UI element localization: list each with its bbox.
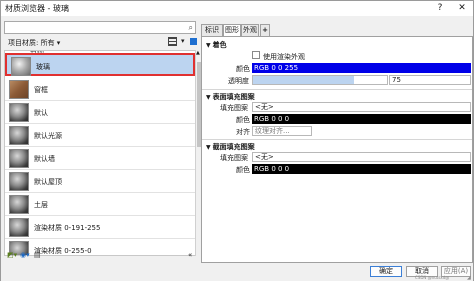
section-divider xyxy=(202,89,472,90)
window-title: 材质浏览器 - 玻璃 xyxy=(5,4,69,13)
material-name: 默认墙 xyxy=(34,155,55,163)
list-item[interactable]: 土层 xyxy=(5,193,195,216)
library-icon[interactable]: ▤ xyxy=(34,251,41,259)
section-title: 截面填充图案 xyxy=(212,143,255,151)
material-name: 默认光源 xyxy=(34,132,62,140)
section-title: 着色 xyxy=(212,41,227,49)
material-list: 名称 玻璃 窗框 默认 默认光源 默认墙 xyxy=(4,50,196,256)
material-thumbnail xyxy=(9,80,29,99)
ok-button[interactable]: 确定 xyxy=(370,266,402,277)
use-render-appearance-checkbox[interactable] xyxy=(252,51,260,59)
tab-identity[interactable]: 标识 xyxy=(201,24,223,36)
cut-pattern-section-header[interactable]: ▼ 截面填充图案 xyxy=(206,142,255,152)
material-thumbnail xyxy=(9,126,29,145)
material-name: 渲染材质 0-191-255 xyxy=(34,224,101,232)
surface-pattern-label: 填充图案 xyxy=(220,104,248,112)
use-render-appearance-label: 使用渲染外观 xyxy=(263,53,305,61)
material-name: 默认屋顶 xyxy=(34,178,62,186)
resize-grip-icon[interactable]: ◢ xyxy=(467,275,471,281)
transparency-slider[interactable] xyxy=(252,75,388,85)
surface-pattern-section-header[interactable]: ▼ 表面填充图案 xyxy=(206,92,255,102)
project-materials-filter[interactable]: 项目材质: 所有 ▾ xyxy=(8,38,60,48)
graphics-panel: ▼ 着色 使用渲染外观 颜色 RGB 0 0 255 透明度 75 ▼ 表面填充图案… xyxy=(201,36,473,263)
cut-color-label: 颜色 xyxy=(236,166,250,174)
material-name: 默认 xyxy=(34,109,48,117)
material-name: 玻璃 xyxy=(36,63,50,71)
list-item[interactable]: 窗框 xyxy=(5,78,195,101)
collapse-triangle-icon: ▼ xyxy=(206,94,211,101)
scroll-up-icon[interactable]: ▲ xyxy=(196,50,200,56)
transparency-fill xyxy=(253,76,354,84)
tab-appearance[interactable]: 外观 xyxy=(241,24,259,36)
view-options-icon[interactable]: ▾ xyxy=(181,37,189,46)
texture-align-button[interactable]: 纹理对齐... xyxy=(252,126,312,136)
dialog-button-bar: 确定 取消 应用(A) xyxy=(1,264,473,281)
transparency-label: 透明度 xyxy=(228,77,249,85)
shading-color-swatch[interactable]: RGB 0 0 255 xyxy=(252,63,471,73)
material-name: 窗框 xyxy=(34,86,48,94)
surface-align-label: 对齐 xyxy=(236,128,250,136)
section-divider xyxy=(202,139,472,140)
asset-browser-icon[interactable]: ◉▾ xyxy=(20,251,30,259)
material-thumbnail xyxy=(9,103,29,122)
close-icon[interactable]: ✕ xyxy=(456,2,468,14)
help-icon[interactable]: ? xyxy=(434,2,446,14)
list-item[interactable]: 默认屋顶 xyxy=(5,170,195,193)
surface-color-swatch[interactable]: RGB 0 0 0 xyxy=(252,114,471,124)
cut-pattern-label: 填充图案 xyxy=(220,154,248,162)
material-thumbnail xyxy=(11,57,31,76)
cut-color-swatch[interactable]: RGB 0 0 0 xyxy=(252,164,471,174)
cut-pattern-field[interactable]: <无> xyxy=(252,152,471,162)
material-thumbnail xyxy=(9,149,29,168)
list-item[interactable]: 默认墙 xyxy=(5,147,195,170)
shading-section-header[interactable]: ▼ 着色 xyxy=(206,40,227,50)
material-list-pane: ⌕ 项目材质: 所有 ▾ ▾ 名称 玻璃 窗框 默认 默认 xyxy=(4,20,202,263)
toggle-library-icon[interactable] xyxy=(190,38,197,45)
create-material-icon[interactable]: ◩▾ xyxy=(7,251,17,259)
surface-pattern-field[interactable]: <无> xyxy=(252,102,471,112)
list-item[interactable]: 渲染材质 0-191-255 xyxy=(5,216,195,239)
material-browser-window: 材质浏览器 - 玻璃 ? ✕ ⌕ 项目材质: 所有 ▾ ▾ 名称 玻璃 窗框 xyxy=(0,0,474,281)
list-item[interactable]: 默认光源 xyxy=(5,124,195,147)
list-item-glass[interactable]: 玻璃 xyxy=(5,53,195,76)
watermark: CSDN @nutsxd@ xyxy=(415,275,450,280)
filter-row: 项目材质: 所有 ▾ ▾ xyxy=(4,37,198,49)
list-item[interactable]: 默认 xyxy=(5,101,195,124)
collapse-triangle-icon: ▼ xyxy=(206,144,211,151)
add-tab-button[interactable]: + xyxy=(260,24,270,36)
material-thumbnail xyxy=(9,172,29,191)
search-input[interactable]: ⌕ xyxy=(4,21,196,34)
list-view-icon[interactable] xyxy=(168,37,177,46)
search-icon[interactable]: ⌕ xyxy=(189,23,193,33)
surface-color-label: 颜色 xyxy=(236,116,250,124)
section-title: 表面填充图案 xyxy=(212,93,255,101)
material-name: 土层 xyxy=(34,201,48,209)
title-bar: 材质浏览器 - 玻璃 ? ✕ xyxy=(1,1,473,16)
shading-color-label: 颜色 xyxy=(236,65,250,73)
collapse-triangle-icon: ▼ xyxy=(206,42,211,49)
material-thumbnail xyxy=(9,218,29,237)
properties-pane: 标识 图形 外观 + ▼ 着色 使用渲染外观 颜色 RGB 0 0 255 透明度… xyxy=(201,20,473,263)
left-footer: ◩▾ ◉▾ ▤ « xyxy=(4,249,198,263)
transparency-value-input[interactable]: 75 xyxy=(389,75,471,85)
collapse-library-icon[interactable]: « xyxy=(188,251,192,259)
material-thumbnail xyxy=(9,195,29,214)
